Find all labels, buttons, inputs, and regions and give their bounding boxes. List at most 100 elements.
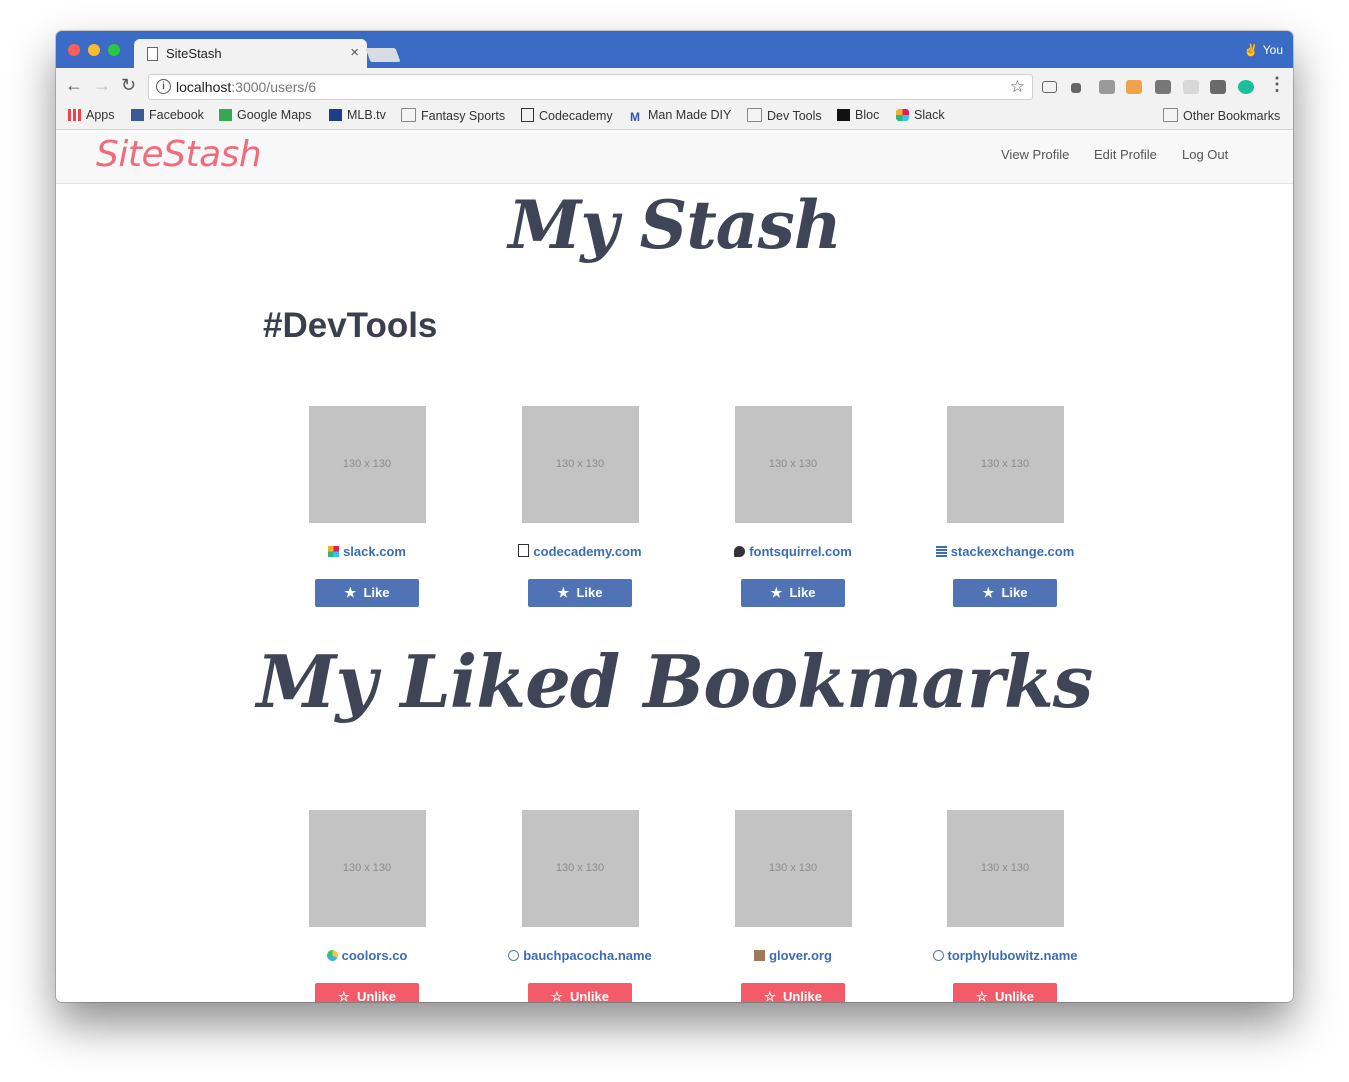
- thumbnail-placeholder: 130 x 130: [734, 810, 852, 927]
- site-logo[interactable]: SiteStash: [96, 134, 262, 175]
- reload-icon[interactable]: ↻: [121, 75, 136, 96]
- thumbnail-placeholder: 130 x 130: [521, 810, 639, 927]
- profile-name: You: [1262, 43, 1283, 57]
- like-button[interactable]: ★ Like: [528, 579, 632, 607]
- zoom-window-button[interactable]: [108, 44, 120, 56]
- stackexchange-favicon: [935, 546, 947, 557]
- bookmark-link[interactable]: codecademy.com: [500, 544, 660, 559]
- extension-m-icon[interactable]: [1238, 80, 1254, 94]
- like-button[interactable]: ★ Like: [315, 579, 419, 607]
- liked-bookmark-card: 130 x 130 bauchpacocha.name ☆ Unlike: [500, 810, 660, 1002]
- bookmark-card: 130 x 130 stackexchange.com ★ Like: [925, 406, 1085, 607]
- unlike-button[interactable]: ☆ Unlike: [528, 983, 632, 1002]
- globe-favicon: [932, 950, 944, 961]
- minimize-window-button[interactable]: [88, 44, 100, 56]
- browser-window: SiteStash × ✌ You ← → ↻ i localhost:3000/…: [56, 31, 1293, 1002]
- url-path: :3000/users/6: [231, 79, 317, 95]
- facebook-icon: [131, 109, 144, 121]
- bookmark-bloc[interactable]: Bloc: [837, 108, 879, 122]
- slack-icon: [896, 109, 909, 121]
- bookmark-link[interactable]: bauchpacocha.name: [500, 948, 660, 963]
- close-window-button[interactable]: [68, 44, 80, 56]
- extension-copy-icon[interactable]: [1155, 80, 1171, 94]
- info-icon[interactable]: i: [156, 79, 171, 94]
- like-button[interactable]: ★ Like: [953, 579, 1057, 607]
- liked-bookmark-card: 130 x 130 glover.org ☆ Unlike: [713, 810, 873, 1002]
- url-text: localhost:3000/users/6: [176, 79, 316, 95]
- page-content: My Stash #DevTools 130 x 130 slack.com ★…: [56, 184, 1293, 1002]
- log-out-link[interactable]: Log Out: [1182, 147, 1228, 162]
- bookmark-card: 130 x 130 slack.com ★ Like: [287, 406, 447, 607]
- bookmark-link[interactable]: stackexchange.com: [925, 544, 1085, 559]
- folder-icon: [747, 108, 762, 122]
- profile-button[interactable]: ✌ You: [1244, 43, 1283, 57]
- bookmarks-bar: Apps Facebook Google Maps MLB.tv Fantasy…: [56, 104, 1293, 130]
- my-liked-bookmarks-heading: My Liked Bookmarks: [256, 639, 1094, 724]
- bookmark-google-maps[interactable]: Google Maps: [219, 108, 311, 122]
- new-tab-button[interactable]: [365, 48, 401, 62]
- menu-dots-icon[interactable]: ⋮: [1268, 74, 1286, 95]
- folder-icon: [401, 108, 416, 122]
- bookmark-slack[interactable]: Slack: [896, 108, 945, 122]
- extension-r-icon[interactable]: [1099, 80, 1115, 94]
- bookmark-codecademy[interactable]: Codecademy: [521, 108, 613, 123]
- bookmark-mlb[interactable]: MLB.tv: [329, 108, 386, 122]
- star-icon: ★: [344, 585, 357, 600]
- eyedropper-extension-icon[interactable]: [1071, 83, 1081, 93]
- star-outline-icon: ☆: [338, 989, 350, 1002]
- bookmark-link[interactable]: glover.org: [713, 948, 873, 963]
- page-icon: [147, 47, 158, 61]
- liked-bookmark-card: 130 x 130 coolors.co ☆ Unlike: [287, 810, 447, 1002]
- fontsquirrel-favicon: [734, 546, 746, 557]
- star-outline-icon: ☆: [764, 989, 776, 1002]
- bookmark-link[interactable]: fontsquirrel.com: [713, 544, 873, 559]
- back-arrow-icon[interactable]: ←: [65, 75, 83, 96]
- profile-icon: ✌: [1243, 43, 1259, 57]
- extension-face-icon[interactable]: [1126, 80, 1142, 94]
- thumbnail-placeholder: 130 x 130: [521, 406, 639, 523]
- liked-bookmark-card: 130 x 130 torphylubowitz.name ☆ Unlike: [925, 810, 1085, 1002]
- thumbnail-placeholder: 130 x 130: [308, 406, 426, 523]
- bookmark-dev-tools[interactable]: Dev Tools: [747, 108, 822, 123]
- star-icon: ★: [982, 585, 995, 600]
- folder-icon: [1163, 108, 1178, 122]
- view-profile-link[interactable]: View Profile: [1001, 147, 1069, 162]
- star-icon: ★: [770, 585, 783, 600]
- extension-toggle-icon[interactable]: [1183, 80, 1199, 94]
- bookmark-facebook[interactable]: Facebook: [131, 108, 204, 122]
- thumbnail-placeholder: 130 x 130: [734, 406, 852, 523]
- url-host: localhost: [176, 79, 232, 95]
- thumbnail-placeholder: 130 x 130: [946, 406, 1064, 523]
- bookmark-link[interactable]: slack.com: [287, 544, 447, 559]
- unlike-button[interactable]: ☆ Unlike: [741, 983, 845, 1002]
- address-bar[interactable]: i localhost:3000/users/6 ☆: [148, 74, 1033, 100]
- bookmark-link[interactable]: torphylubowitz.name: [925, 948, 1085, 963]
- bookmark-card: 130 x 130 codecademy.com ★ Like: [500, 406, 660, 607]
- bookmark-fantasy-sports[interactable]: Fantasy Sports: [401, 108, 505, 123]
- bookmark-link[interactable]: coolors.co: [287, 948, 447, 963]
- tab-close-icon[interactable]: ×: [350, 44, 359, 61]
- apps-grid-icon: [68, 109, 81, 121]
- mlb-icon: [329, 109, 342, 121]
- bloc-icon: [837, 109, 850, 121]
- angular-extension-icon[interactable]: [1210, 80, 1226, 94]
- star-outline-icon: ☆: [976, 989, 988, 1002]
- codecademy-icon: [521, 108, 534, 122]
- unlike-button[interactable]: ☆ Unlike: [315, 983, 419, 1002]
- unlike-button[interactable]: ☆ Unlike: [953, 983, 1057, 1002]
- like-button[interactable]: ★ Like: [741, 579, 845, 607]
- other-bookmarks[interactable]: Other Bookmarks: [1163, 108, 1280, 123]
- bookmark-apps[interactable]: Apps: [68, 108, 115, 122]
- browser-toolbar: ← → ↻ i localhost:3000/users/6 ☆ ⋮: [56, 68, 1293, 104]
- star-outline-icon: ☆: [551, 989, 563, 1002]
- title-bar: SiteStash × ✌ You: [56, 31, 1293, 68]
- bookmark-man-made-diy[interactable]: M Man Made DIY: [630, 108, 731, 123]
- topic-heading: #DevTools: [263, 306, 438, 345]
- man-made-icon: M: [630, 110, 640, 124]
- bookmark-star-icon[interactable]: ☆: [1010, 77, 1025, 97]
- forward-arrow-icon[interactable]: →: [93, 75, 111, 96]
- cast-icon[interactable]: [1042, 81, 1057, 93]
- browser-tab[interactable]: SiteStash ×: [134, 39, 367, 68]
- edit-profile-link[interactable]: Edit Profile: [1094, 147, 1157, 162]
- site-navbar: SiteStash View Profile Edit Profile Log …: [56, 130, 1293, 184]
